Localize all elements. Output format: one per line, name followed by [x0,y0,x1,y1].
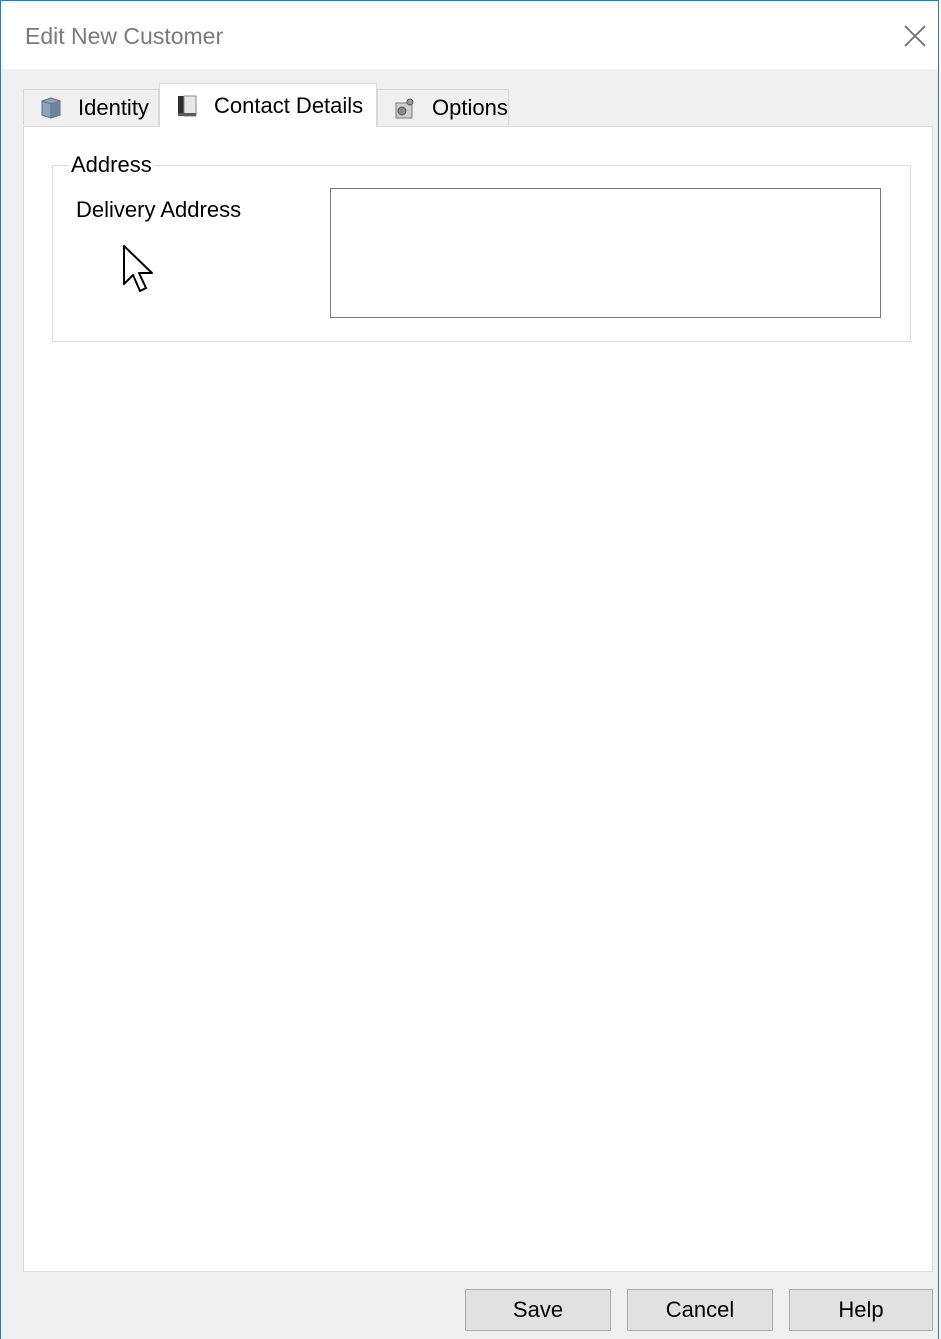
close-button[interactable] [898,19,932,53]
help-button[interactable]: Help [789,1289,933,1331]
delivery-address-field[interactable] [330,188,881,318]
identity-icon [41,96,61,119]
tab-identity-label: Identity [78,94,149,120]
tab-contact-details-label: Contact Details [214,92,364,118]
tab-options-label: Options [432,94,508,120]
address-groupbox: Address Delivery Address [52,152,911,342]
window-title: Edit New Customer [25,23,224,49]
mouse-cursor-icon [123,245,153,292]
cancel-button[interactable]: Cancel [627,1289,773,1331]
contact-book-icon [178,95,197,116]
contact-details-panel: Address Delivery Address [23,126,933,1272]
tab-contact-details[interactable]: Contact Details [159,83,377,127]
delivery-address-label: Delivery Address [76,197,242,222]
close-icon [904,25,926,47]
tab-strip: Identity Contact Details Options [23,83,923,127]
save-button[interactable]: Save [465,1289,611,1331]
dialog-window: Edit New Customer Identity Contact Detai… [0,0,939,1339]
options-icon [395,98,414,118]
tab-options[interactable]: Options [377,89,509,125]
title-bar: Edit New Customer [1,1,938,69]
tab-identity[interactable]: Identity [23,89,159,125]
address-group-legend: Address [69,152,154,178]
